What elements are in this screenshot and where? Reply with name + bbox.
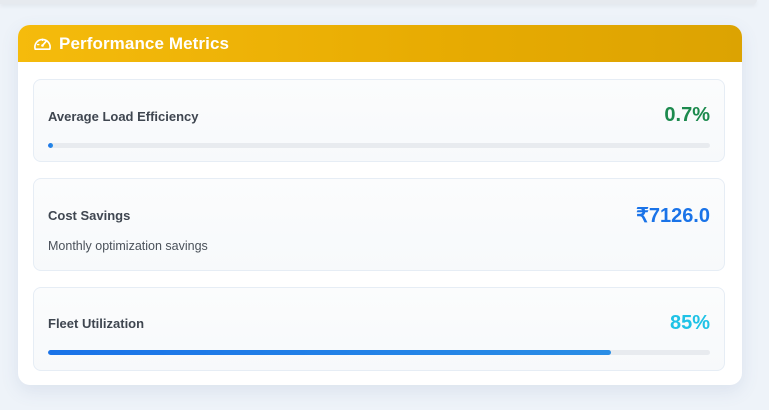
metric-subtext: Monthly optimization savings [48,239,208,253]
progress-fill [48,143,53,148]
previous-card-edge [0,0,757,4]
metric-cost-savings: Cost Savings ₹7126.0 Monthly optimizatio… [33,178,725,271]
metric-fleet-utilization: Fleet Utilization 85% [33,287,725,371]
metric-value: ₹7126.0 [636,205,710,227]
progress-track [48,350,710,355]
card-header: Performance Metrics [18,25,742,62]
progress-fill [48,350,611,355]
performance-metrics-card: Performance Metrics Average Load Efficie… [18,25,742,385]
gauge-icon [32,35,52,53]
metric-average-load-efficiency: Average Load Efficiency 0.7% [33,79,725,162]
card-title: Performance Metrics [59,33,230,53]
metric-label: Fleet Utilization [48,316,145,331]
progress-track [48,143,710,148]
metric-value: 0.7% [664,104,710,126]
metric-label: Cost Savings [48,208,131,223]
metric-value: 85% [669,312,710,334]
metric-label: Average Load Efficiency [48,109,199,124]
